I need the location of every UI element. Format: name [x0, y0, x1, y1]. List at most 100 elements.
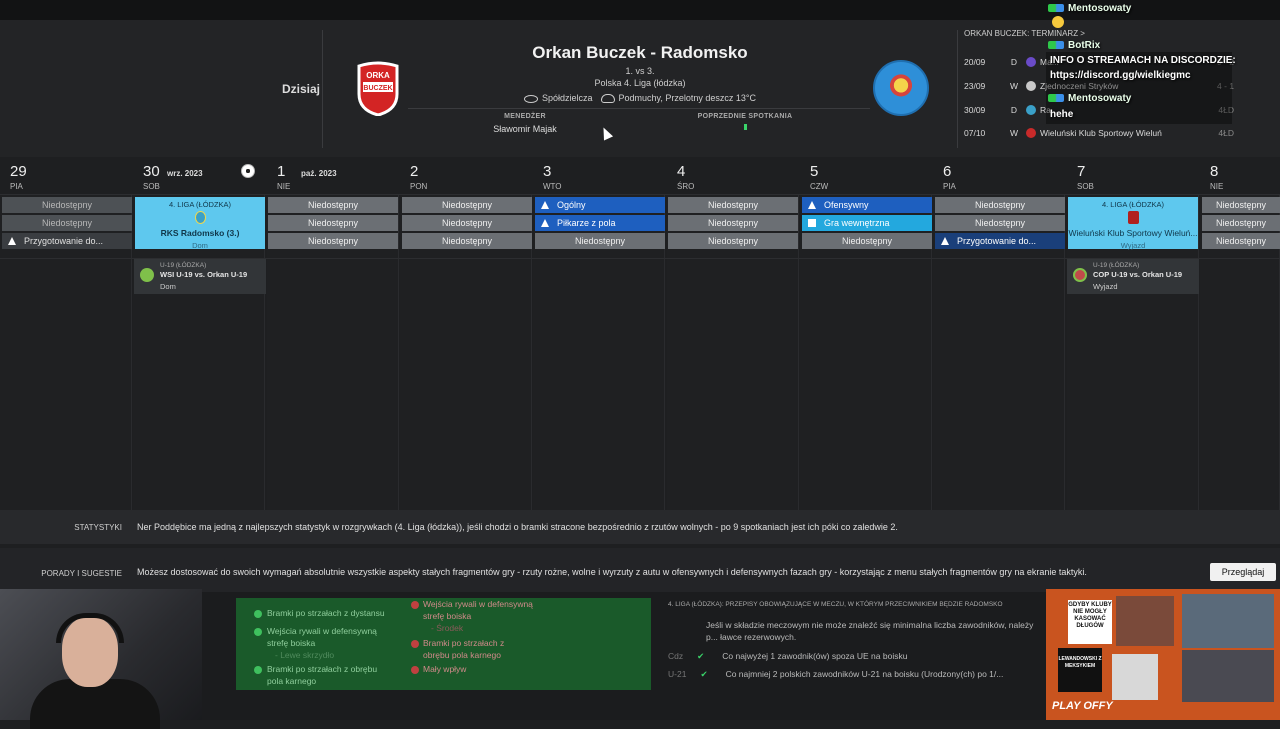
fixture-opponent: Wieluński Klub Sportowy Wieluń — [1040, 128, 1162, 138]
tips-text: Możesz dostosować do swoich wymagań abso… — [137, 567, 1087, 577]
fixture-score: 4ŁD — [1218, 128, 1234, 138]
club-badge-icon — [1026, 57, 1036, 67]
previous-meetings-bar — [744, 124, 747, 130]
weakness-item: Wejścia rywali w defensywną — [423, 599, 533, 609]
fixture-type: D — [1010, 105, 1018, 115]
training-slot[interactable]: Niedostępny — [668, 197, 798, 213]
calendar-day[interactable]: 1 NIE paź. 2023 — [267, 157, 400, 195]
slot-label: Ogólny — [557, 200, 586, 210]
match-league[interactable]: Polska 4. Liga (łódzka) — [440, 78, 840, 88]
calendar-day[interactable]: 3 WTO — [533, 157, 666, 195]
calendar-day[interactable]: 29 PIA — [0, 157, 133, 195]
match-opponent: Wieluński Klub Sportowy Wieluń... — [1068, 228, 1198, 238]
training-slot[interactable]: Niedostępny — [268, 197, 398, 213]
day-number: 1 — [277, 163, 286, 180]
training-slot[interactable]: Niedostępny — [935, 197, 1065, 213]
calendar-day[interactable]: 6 PIA — [933, 157, 1066, 195]
match-card[interactable]: 4. LIGA (ŁÓDZKA) Wieluński Klub Sportowy… — [1068, 197, 1198, 250]
training-slot[interactable]: Ofensywny — [802, 197, 932, 213]
weather-text: Podmuchy, Przelotny deszcz 13°C — [618, 93, 757, 103]
manager-name[interactable]: Sławomir Majak — [470, 124, 580, 134]
headphones-icon — [56, 613, 124, 643]
slot-label: Przygotowanie do... — [957, 236, 1037, 246]
calendar-day[interactable]: 5 CZW — [800, 157, 933, 195]
positive-icon — [254, 628, 262, 636]
browse-button[interactable]: Przeglądaj — [1210, 563, 1276, 581]
day-name: PIA — [10, 182, 23, 191]
day-number: 5 — [810, 163, 819, 180]
match-opponent: RKS Radomsko (3.) — [160, 228, 240, 238]
training-icon — [541, 201, 549, 209]
match-card[interactable]: 4. LIGA (ŁÓDZKA) RKS Radomsko (3.) Dom — [135, 197, 265, 250]
youth-title: WSI U-19 vs. Orkan U-19 — [160, 270, 248, 279]
overlay-note: GDYBY KLUBY NIE MOGŁY KASOWAĆ DŁUGÓW — [1068, 600, 1112, 644]
calendar-day[interactable]: 7 SOB — [1067, 157, 1200, 195]
training-slot[interactable]: Niedostępny — [1202, 215, 1280, 231]
youth-match-card[interactable]: U-19 (ŁÓDZKA) COP U-19 vs. Orkan U-19 Wy… — [1067, 259, 1199, 294]
positive-icon — [254, 666, 262, 674]
training-slot[interactable]: Ogólny — [535, 197, 665, 213]
month-label: paź. 2023 — [301, 169, 337, 178]
strength-item: strefę boiska — [267, 638, 316, 648]
training-slot[interactable]: Niedostępny — [1202, 233, 1280, 249]
rules-text: Jeśli w składzie meczowym nie może znale… — [706, 620, 1034, 642]
training-slot[interactable]: Niedostępny — [935, 215, 1065, 231]
training-slot[interactable]: Niedostępny — [402, 215, 532, 231]
slot-label: Ofensywny — [824, 200, 869, 210]
rule-text: Co najmniej 2 polskich zawodników U-21 n… — [725, 669, 1004, 679]
rule-row: Cdz ✔ Co najwyżej 1 zawodnik(ów) spoza UE … — [668, 651, 907, 662]
training-slot[interactable]: Niedostępny — [668, 233, 798, 249]
fixture-date: 07/10 — [964, 128, 986, 138]
chat-line: BotRix — [1048, 40, 1100, 51]
fixture-row[interactable]: 07/10 W Wieluński Klub Sportowy Wieluń 4… — [964, 124, 1274, 142]
day-number: 3 — [543, 163, 552, 180]
training-slot[interactable]: Niedostępny — [2, 197, 132, 213]
training-slot[interactable]: Przygotowanie do... — [935, 233, 1065, 249]
stadium-name[interactable]: Spółdzielcza — [542, 93, 593, 103]
home-crest-icon[interactable]: ORKA BUCZEK — [355, 60, 401, 116]
overlay-note: LEWANDOWSKI Z MEKSYKIEM — [1058, 648, 1102, 692]
match-venue: Wyjazd — [1120, 241, 1146, 250]
fixture-date: 30/09 — [964, 105, 986, 115]
training-slot[interactable]: Niedostępny — [402, 233, 532, 249]
training-icon — [808, 201, 816, 209]
club-badge-icon — [1026, 105, 1036, 115]
youth-match-card[interactable]: U-19 (ŁÓDZKA) WSI U-19 vs. Orkan U-19 Do… — [134, 259, 266, 294]
fixture-date: 23/09 — [964, 81, 986, 91]
training-slot[interactable]: Niedostępny — [1202, 197, 1280, 213]
training-slot[interactable]: Gra wewnętrzna — [802, 215, 932, 231]
calendar-day[interactable]: 30 SOB wrz. 2023 — [133, 157, 266, 195]
previous-meetings-label: POPRZEDNIE SPOTKANIA — [697, 113, 793, 120]
check-icon: ✔ — [700, 669, 708, 679]
negative-icon — [411, 640, 419, 648]
training-slot[interactable]: Niedostępny — [535, 233, 665, 249]
chat-message: INFO O STREAMACH NA DISCORDZIE: — [1050, 55, 1236, 66]
calendar-day[interactable]: 8 NIE — [1200, 157, 1280, 195]
fixture-type: D — [1010, 57, 1018, 67]
calendar-day[interactable]: 2 PON — [400, 157, 533, 195]
chat-line: Mentosowaty — [1048, 3, 1131, 14]
training-slot[interactable]: Niedostępny — [668, 215, 798, 231]
training-slot[interactable]: Przygotowanie do... — [2, 233, 132, 249]
rules-title: 4. LIGA (ŁÓDZKA): PRZEPISY OBOWIĄZUJĄCE … — [668, 601, 1003, 608]
training-slot[interactable]: Niedostępny — [268, 233, 398, 249]
day-name: SOB — [1077, 182, 1094, 191]
day-name: SOB — [143, 182, 160, 191]
training-slot[interactable]: Niedostępny — [402, 197, 532, 213]
today-label[interactable]: Dzisiaj — [282, 82, 320, 96]
fixtures-title[interactable]: ORKAN BUCZEK: TERMINARZ > — [964, 29, 1085, 38]
day-name: NIE — [277, 182, 291, 191]
training-slot[interactable]: Niedostępny — [2, 215, 132, 231]
streamer-webcam — [0, 589, 202, 729]
training-slot[interactable]: Niedostępny — [268, 215, 398, 231]
strength-item: Wejścia rywali w defensywną — [267, 626, 377, 636]
club-badge-icon — [1026, 81, 1036, 91]
video-thumbnail — [1182, 650, 1274, 702]
day-number: 30 — [143, 163, 160, 180]
calendar-day[interactable]: 4 ŚRO — [667, 157, 800, 195]
weakness-detail: - Środek — [431, 623, 464, 633]
training-slot[interactable]: Niedostępny — [802, 233, 932, 249]
away-crest-icon[interactable] — [873, 60, 929, 116]
training-slot[interactable]: Piłkarze z pola — [535, 215, 665, 231]
chat-username: BotRix — [1068, 40, 1101, 51]
